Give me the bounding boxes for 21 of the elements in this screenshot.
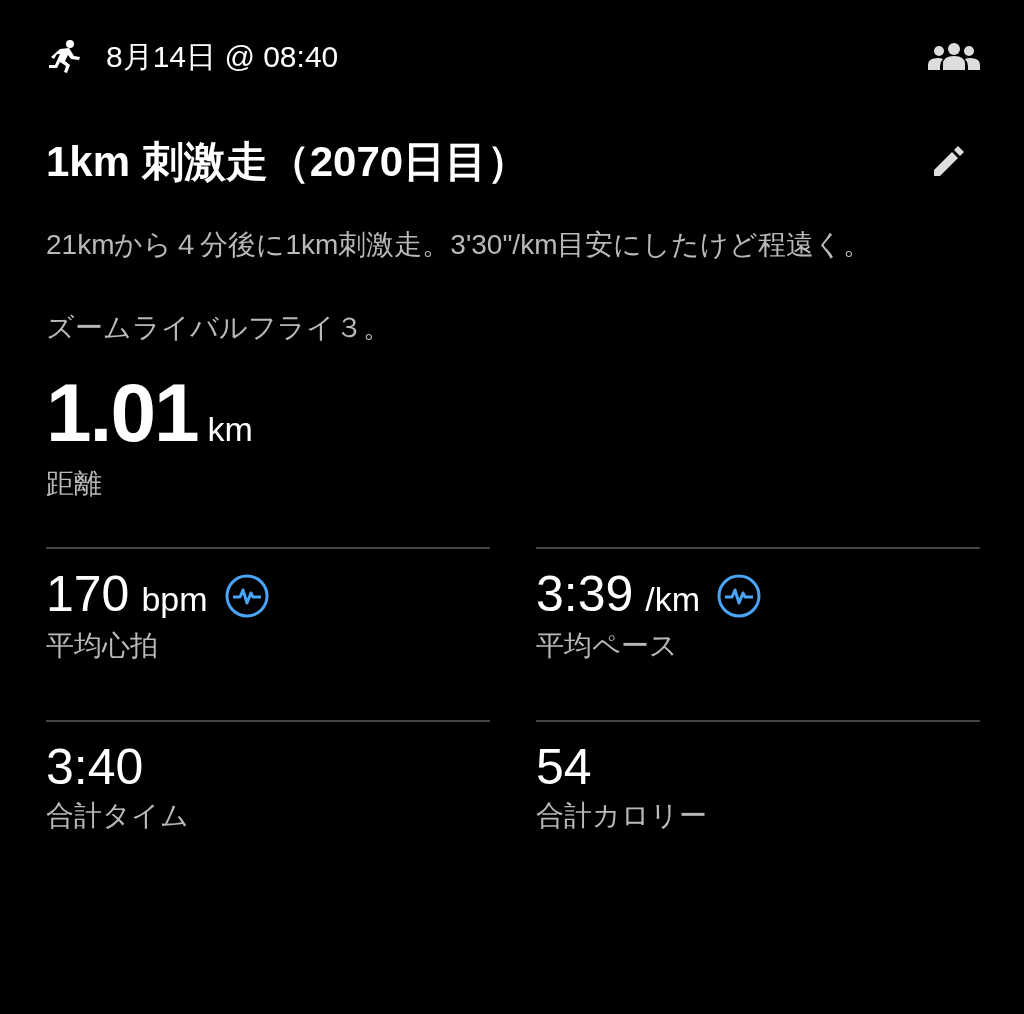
distance-value: 1.01 bbox=[46, 372, 198, 455]
stat-value: 3:39 bbox=[536, 567, 634, 623]
date-time: 8月14日 @ 08:40 bbox=[106, 38, 339, 75]
stat-unit: /km bbox=[645, 579, 701, 621]
description-text: ズームライバルフライ３。 bbox=[46, 310, 392, 345]
stat-value: 170 bbox=[46, 567, 130, 623]
stat-label: 合計タイム bbox=[46, 799, 190, 834]
runner-icon bbox=[46, 39, 82, 73]
stat-label: 平均ペース bbox=[536, 629, 679, 664]
group-icon[interactable] bbox=[928, 42, 980, 70]
stat-label: 距離 bbox=[46, 467, 103, 502]
stat-label: 平均心拍 bbox=[46, 629, 159, 664]
stat-unit: bpm bbox=[141, 579, 208, 621]
description-text: 21kmから４分後に1km刺激走。3'30"/km目安にしたけど程遠く。 bbox=[46, 228, 873, 262]
stat-label: 合計カロリー bbox=[536, 799, 708, 834]
heart-rate-icon[interactable] bbox=[716, 573, 763, 620]
heart-rate-icon[interactable] bbox=[223, 573, 270, 620]
stat-value: 3:40 bbox=[46, 740, 144, 796]
activity-title: 1km 刺激走（2070日目） bbox=[46, 137, 530, 187]
stat-value: 54 bbox=[536, 740, 592, 796]
distance-unit: km bbox=[207, 409, 253, 451]
